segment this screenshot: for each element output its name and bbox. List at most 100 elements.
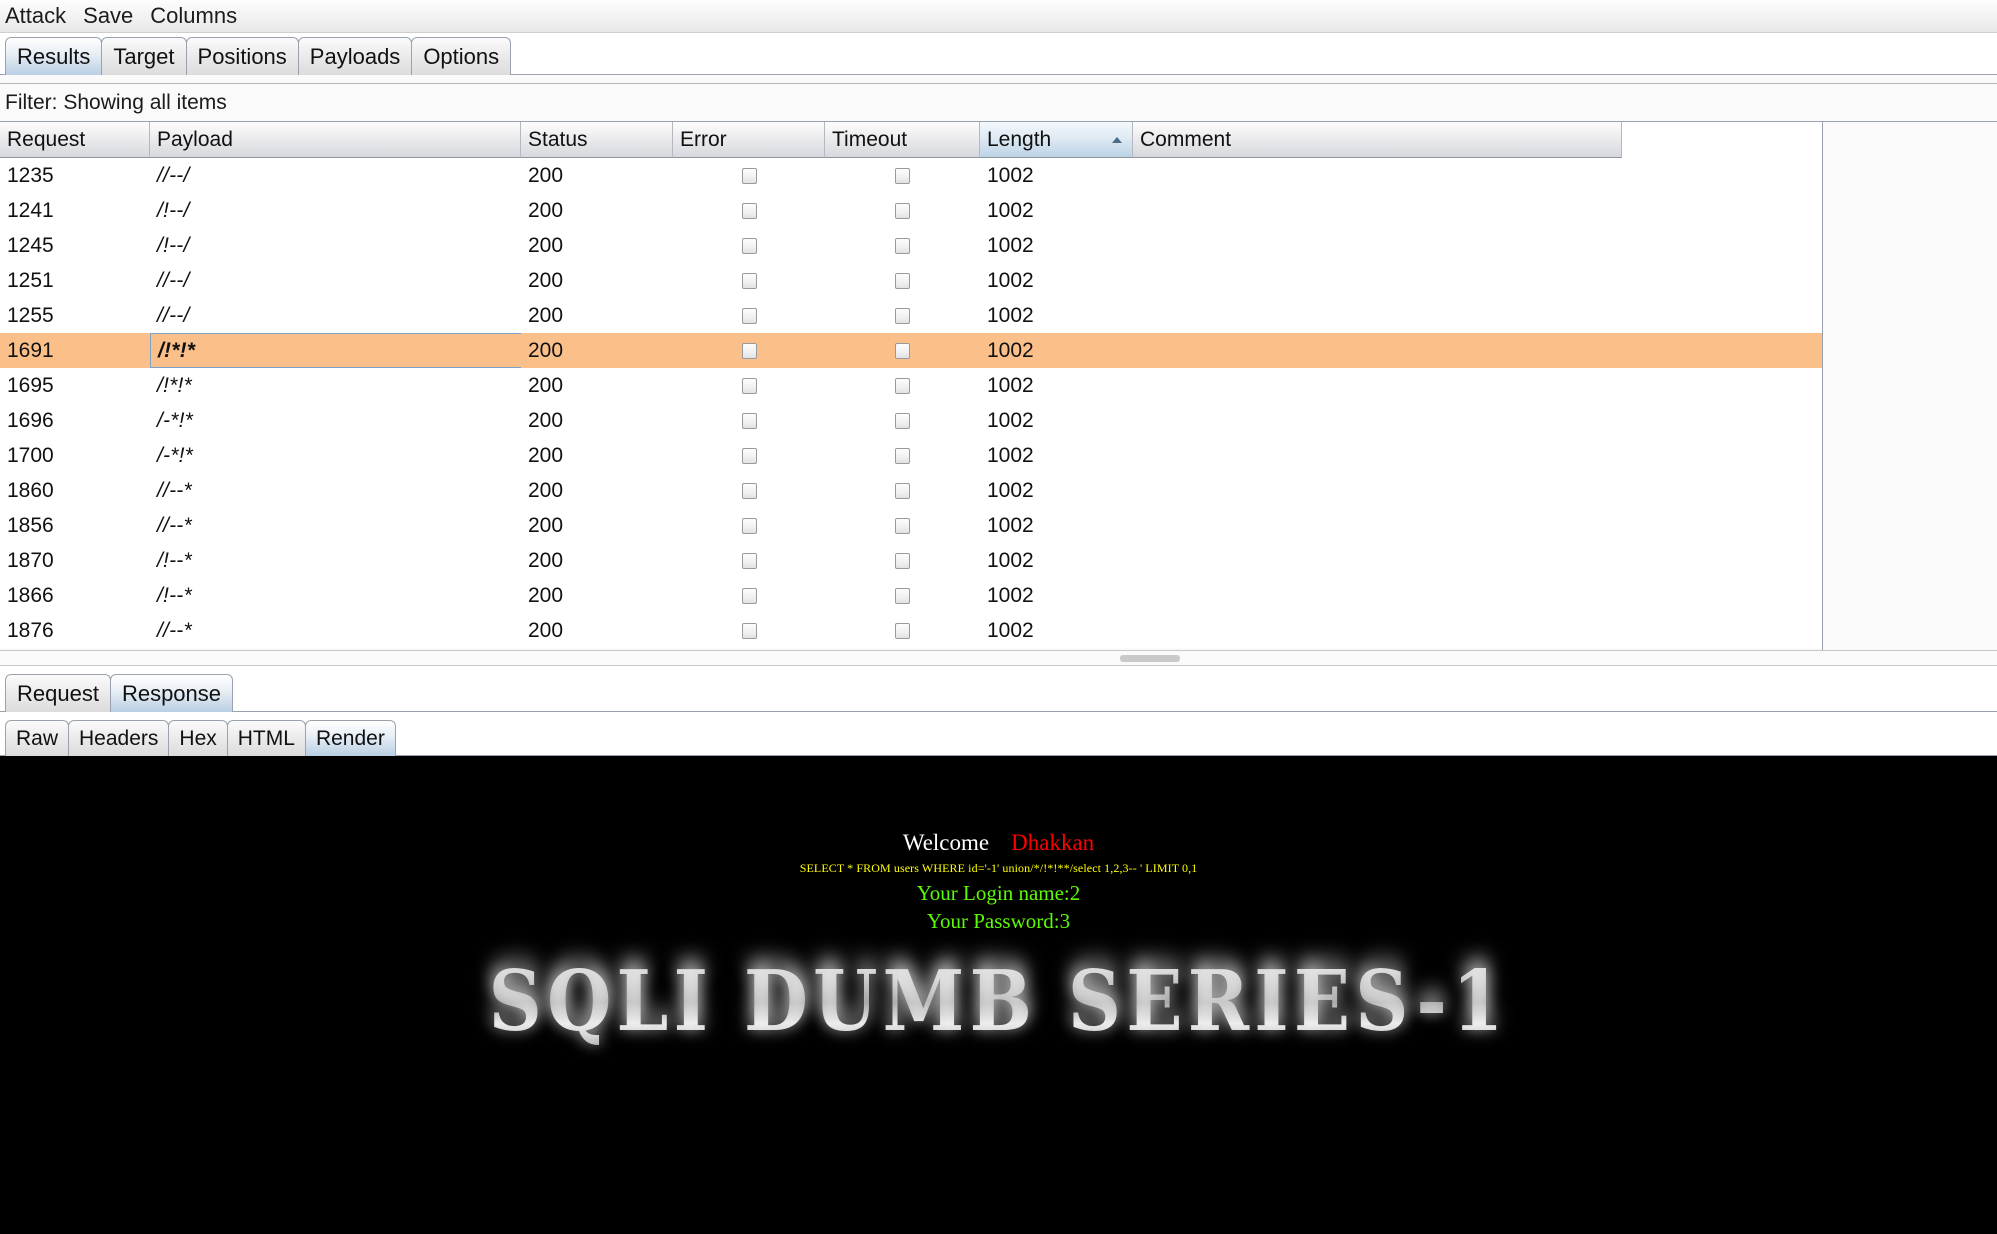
tab-hex[interactable]: Hex — [168, 720, 228, 756]
cell-timeout — [825, 193, 980, 228]
cell-error — [673, 298, 825, 333]
error-checkbox[interactable] — [741, 307, 757, 324]
tab-results[interactable]: Results — [5, 37, 103, 75]
tab-headers[interactable]: Headers — [68, 720, 170, 756]
table-right-filler — [1822, 122, 1997, 650]
cell-payload: /-*!* — [157, 408, 194, 432]
table-row[interactable]: 1856 //--* 200 1002 — [0, 508, 1822, 543]
cell-timeout — [825, 333, 980, 368]
timeout-checkbox[interactable] — [895, 517, 910, 534]
timeout-checkbox[interactable] — [895, 622, 910, 639]
cell-request: 1695 — [7, 373, 54, 397]
timeout-checkbox[interactable] — [895, 202, 910, 219]
timeout-checkbox[interactable] — [895, 167, 910, 184]
column-header-length[interactable]: Length — [980, 122, 1133, 158]
timeout-checkbox[interactable] — [895, 342, 910, 359]
error-checkbox[interactable] — [741, 622, 757, 639]
cell-length: 1002 — [987, 233, 1034, 257]
tab-raw[interactable]: Raw — [5, 720, 70, 756]
sqli-dumb-series-logo: SQLI DUMB SERIES-1 — [0, 954, 1997, 1050]
table-row[interactable]: 1245 /!--/ 200 1002 — [0, 228, 1822, 263]
cell-payload: /!--* — [157, 548, 192, 572]
table-row[interactable]: 1691/!*!* 200 1002 — [0, 333, 1822, 368]
timeout-checkbox[interactable] — [895, 447, 910, 464]
tab-request[interactable]: Request — [5, 674, 111, 712]
tab-render[interactable]: Render — [304, 720, 396, 756]
tab-results-label: Results — [17, 43, 91, 69]
tab-html[interactable]: HTML — [226, 720, 306, 756]
timeout-checkbox[interactable] — [895, 272, 910, 289]
menu-attack[interactable]: Attack — [5, 5, 66, 27]
error-checkbox[interactable] — [741, 377, 757, 394]
cell-payload: /!*!* — [157, 373, 192, 397]
error-checkbox[interactable] — [741, 342, 757, 359]
column-header-error[interactable]: Error — [673, 122, 825, 158]
login-name-line: Your Login name:2 — [916, 881, 1081, 906]
timeout-checkbox[interactable] — [895, 307, 910, 324]
error-checkbox[interactable] — [741, 482, 757, 499]
table-row[interactable]: 1696 /-*!* 200 1002 — [0, 403, 1822, 438]
table-row[interactable]: 1251 //--/ 200 1002 — [0, 263, 1822, 298]
cell-status: 200 — [528, 268, 564, 292]
cell-timeout — [825, 543, 980, 578]
cell-request: 1691 — [0, 333, 150, 368]
tab-positions[interactable]: Positions — [185, 37, 299, 75]
column-header-comment[interactable]: Comment — [1133, 122, 1622, 158]
cell-length: 1002 — [987, 548, 1034, 572]
table-row[interactable]: 1241 /!--/ 200 1002 — [0, 193, 1822, 228]
error-checkbox[interactable] — [741, 167, 757, 184]
table-row[interactable]: 1876 //--* 200 1002 — [0, 613, 1822, 648]
table-row[interactable]: 1695 /!*!* 200 1002 — [0, 368, 1822, 403]
cell-comment — [1133, 473, 1622, 508]
menu-columns[interactable]: Columns — [150, 5, 237, 27]
column-header-timeout[interactable]: Timeout — [825, 122, 980, 158]
table-row[interactable]: 1700 /-*!* 200 1002 — [0, 438, 1822, 473]
tab-response[interactable]: Response — [109, 674, 234, 712]
cell-payload: //--* — [157, 478, 192, 502]
cell-status: 200 — [528, 548, 564, 572]
column-header-payload[interactable]: Payload — [150, 122, 521, 158]
table-row[interactable]: 1255 //--/ 200 1002 — [0, 298, 1822, 333]
cell-length: 1002 — [987, 268, 1034, 292]
table-row[interactable]: 1870 /!--* 200 1002 — [0, 543, 1822, 578]
error-checkbox[interactable] — [741, 552, 757, 569]
error-checkbox[interactable] — [741, 517, 757, 534]
cell-status: 200 — [528, 233, 564, 257]
timeout-checkbox[interactable] — [895, 552, 910, 569]
cell-error — [673, 578, 825, 613]
cell-payload: //--/ — [157, 163, 190, 187]
cell-error — [673, 368, 825, 403]
timeout-checkbox[interactable] — [895, 412, 910, 429]
column-header-request[interactable]: Request — [0, 122, 150, 158]
cell-comment — [1133, 508, 1622, 543]
cell-request: 1866 — [7, 583, 54, 607]
error-checkbox[interactable] — [741, 202, 757, 219]
filter-bar[interactable]: Filter: Showing all items — [0, 84, 1997, 122]
table-body: 1235 //--/ 200 1002 1241 /!--/ 200 1002 1245 /!--… — [0, 158, 1822, 648]
menu-save[interactable]: Save — [83, 5, 133, 27]
tab-target[interactable]: Target — [101, 37, 187, 75]
table-row[interactable]: 1866 /!--* 200 1002 — [0, 578, 1822, 613]
error-checkbox[interactable] — [741, 272, 757, 289]
results-table-horizontal-scrollbar[interactable] — [0, 650, 1997, 666]
error-checkbox[interactable] — [741, 587, 757, 604]
error-checkbox[interactable] — [741, 447, 757, 464]
error-checkbox[interactable] — [741, 237, 757, 254]
table-header-row: Request Payload Status Error Timeout Len… — [0, 122, 1822, 158]
column-header-request-label: Request — [7, 127, 86, 151]
cell-error — [673, 613, 825, 648]
timeout-checkbox[interactable] — [895, 587, 910, 604]
tab-raw-label: Raw — [16, 726, 59, 750]
tab-payloads[interactable]: Payloads — [297, 37, 413, 75]
tab-options[interactable]: Options — [411, 37, 512, 75]
timeout-checkbox[interactable] — [895, 237, 910, 254]
welcome-username: Dhakkan — [1011, 830, 1095, 855]
scrollbar-thumb[interactable] — [1120, 655, 1180, 662]
column-header-status[interactable]: Status — [521, 122, 673, 158]
error-checkbox[interactable] — [741, 412, 757, 429]
timeout-checkbox[interactable] — [895, 377, 910, 394]
table-row[interactable]: 1235 //--/ 200 1002 — [0, 158, 1822, 193]
table-row[interactable]: 1860 //--* 200 1002 — [0, 473, 1822, 508]
timeout-checkbox[interactable] — [895, 482, 910, 499]
cell-error — [673, 263, 825, 298]
